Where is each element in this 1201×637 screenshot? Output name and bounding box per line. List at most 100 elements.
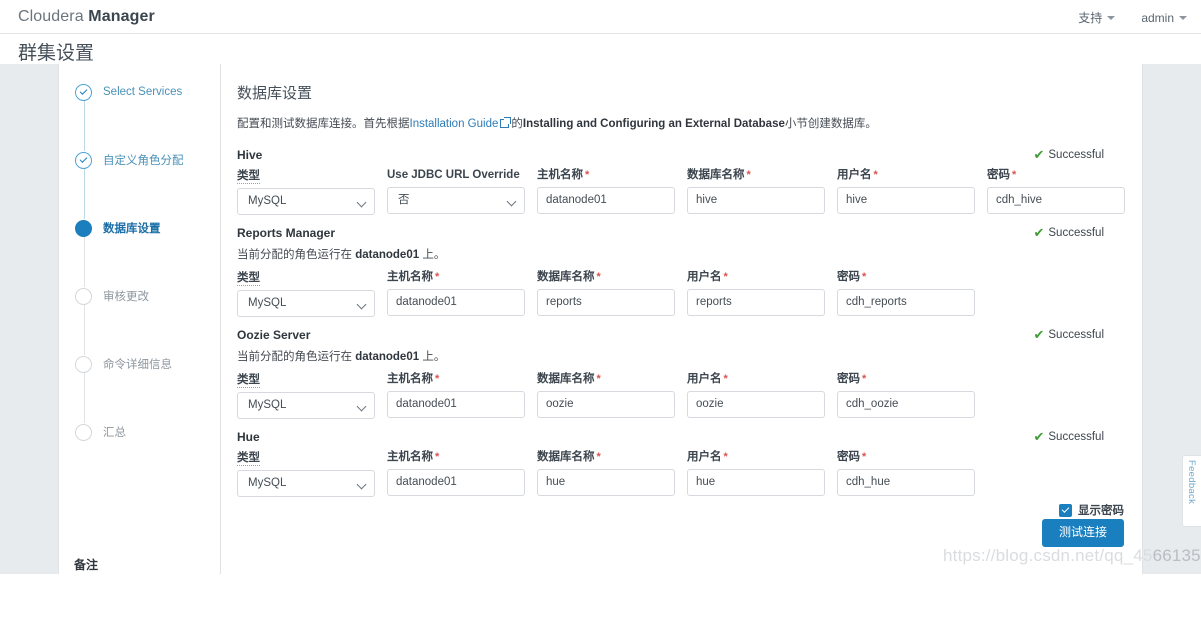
username-input[interactable]: hive (837, 187, 975, 215)
status-badge: ✔ Successful (1033, 328, 1104, 341)
type-select[interactable]: MySQL (237, 392, 375, 420)
required-marker: * (596, 373, 601, 386)
check-icon: ✔ (1033, 429, 1045, 445)
field-type: 类型 MySQL (237, 450, 375, 498)
field-label: 用户名 * (687, 450, 825, 465)
username-input[interactable]: reports (687, 289, 825, 317)
content-heading: 数据库设置 (237, 85, 313, 102)
note-prefix: 当前分配的角色运行在 (237, 351, 356, 364)
installation-guide-link[interactable]: Installation Guide (410, 118, 499, 130)
note-host: datanode01 (355, 351, 420, 364)
field-label: 数据库名称 * (537, 450, 675, 465)
field-label-text: 数据库名称 (537, 373, 595, 386)
wizard-step-sidebar: Select Services 自定义角色分配 数据库设置 审核更改 命令详细信… (59, 64, 221, 574)
field-hostname: 主机名称 * datanode01 (537, 168, 675, 215)
brand-light-text: Cloudera (18, 8, 84, 25)
status-text: Successful (1048, 328, 1104, 341)
username-input[interactable]: oozie (687, 391, 825, 419)
desc-suffix: 小节创建数据库。 (784, 118, 877, 130)
type-select[interactable]: MySQL (237, 188, 375, 216)
field-label: 主机名称 * (387, 270, 525, 285)
user-menu[interactable]: admin (1141, 11, 1187, 25)
field-label-text: 用户名 (687, 451, 722, 464)
status-text: Successful (1048, 430, 1104, 443)
sidebar-step-command-details[interactable]: 命令详细信息 (75, 353, 172, 375)
show-password-checkbox[interactable]: 显示密码 (1059, 502, 1124, 518)
field-label: 类型 (237, 170, 260, 185)
field-password: 密码 * cdh_oozie (837, 372, 975, 419)
username-input[interactable]: hue (687, 469, 825, 497)
field-label: 数据库名称 * (537, 270, 675, 285)
step-check-icon (75, 151, 92, 169)
required-marker: * (723, 373, 728, 386)
service-block-reports-manager: Reports Manager ✔ Successful 当前分配的角色运行在 … (237, 226, 1122, 323)
field-username: 用户名 * oozie (687, 372, 825, 419)
dbname-input[interactable]: hive (687, 187, 825, 215)
show-password-label: 显示密码 (1078, 505, 1124, 517)
field-label-text: 主机名称 (387, 271, 433, 284)
feedback-tab[interactable]: Feedback (1182, 455, 1201, 527)
field-type: 类型 MySQL (237, 168, 375, 216)
password-input[interactable]: cdh_hive (987, 187, 1125, 215)
field-dbname: 数据库名称 * hive (687, 168, 825, 215)
sidebar-step-role-assignment[interactable]: 自定义角色分配 (75, 149, 184, 171)
password-input[interactable]: cdh_oozie (837, 391, 975, 419)
field-label: 类型 (237, 272, 260, 287)
remark-title: 备注 (74, 558, 99, 572)
check-icon: ✔ (1033, 327, 1045, 343)
field-password: 密码 * cdh_hive (987, 168, 1125, 215)
step-pending-icon (75, 355, 92, 373)
field-dbname: 数据库名称 * reports (537, 270, 675, 317)
sidebar-step-review-changes[interactable]: 审核更改 (75, 285, 149, 307)
required-marker: * (746, 169, 751, 182)
field-label: 密码 * (987, 168, 1125, 183)
service-name: Reports Manager (237, 226, 336, 241)
hostname-input[interactable]: datanode01 (387, 289, 525, 317)
hostname-input[interactable]: datanode01 (387, 391, 525, 419)
support-menu-label: 支持 (1078, 11, 1103, 25)
type-select[interactable]: MySQL (237, 470, 375, 498)
feedback-label: Feedback (1186, 460, 1197, 505)
sidebar-step-database-setup[interactable]: 数据库设置 (75, 217, 161, 239)
field-label: 密码 * (837, 270, 975, 285)
field-label: 用户名 * (837, 168, 975, 183)
field-label: 主机名称 * (387, 450, 525, 465)
dbname-input[interactable]: oozie (537, 391, 675, 419)
step-current-icon (75, 219, 92, 237)
required-marker: * (585, 169, 590, 182)
field-type: 类型 MySQL (237, 372, 375, 420)
field-dbname: 数据库名称 * oozie (537, 372, 675, 419)
password-input[interactable]: cdh_hue (837, 469, 975, 497)
field-hostname: 主机名称 * datanode01 (387, 372, 525, 419)
step-pending-icon (75, 423, 92, 441)
support-menu[interactable]: 支持 (1078, 9, 1116, 26)
required-marker: * (596, 451, 601, 464)
password-input[interactable]: cdh_reports (837, 289, 975, 317)
hostname-input[interactable]: datanode01 (537, 187, 675, 215)
step-label: Select Services (103, 86, 183, 98)
chevron-down-icon (1179, 15, 1187, 20)
jdbc-override-select[interactable]: 否 (387, 187, 525, 215)
sidebar-step-summary[interactable]: 汇总 (75, 421, 126, 443)
hostname-input[interactable]: datanode01 (387, 469, 525, 497)
form-row: 类型 MySQL 主机名称 * datanode01 数据库名称 * reports… (237, 270, 1122, 323)
field-label-text: 数据库名称 (537, 271, 595, 284)
field-hostname: 主机名称 * datanode01 (387, 450, 525, 497)
sidebar-step-select-services[interactable]: Select Services (75, 81, 182, 103)
service-block-hue: Hue ✔ Successful 类型 MySQL 主机名称 * datanode… (237, 430, 1122, 503)
field-label: 用户名 * (687, 270, 825, 285)
dbname-input[interactable]: hue (537, 469, 675, 497)
step-label: 自定义角色分配 (103, 155, 184, 167)
field-label: 密码 * (837, 450, 975, 465)
required-marker: * (862, 373, 867, 386)
check-icon: ✔ (1033, 147, 1045, 163)
dbname-input[interactable]: reports (537, 289, 675, 317)
field-label: 类型 (237, 452, 260, 467)
app-brand[interactable]: Cloudera Manager (18, 8, 155, 26)
field-label: 主机名称 * (387, 372, 525, 387)
service-note: 当前分配的角色运行在 datanode01 上。 (237, 348, 1122, 364)
test-connection-button[interactable]: 测试连接 (1041, 519, 1124, 547)
field-password: 密码 * cdh_hue (837, 450, 975, 497)
field-label-text: 主机名称 (537, 169, 583, 182)
type-select[interactable]: MySQL (237, 290, 375, 318)
